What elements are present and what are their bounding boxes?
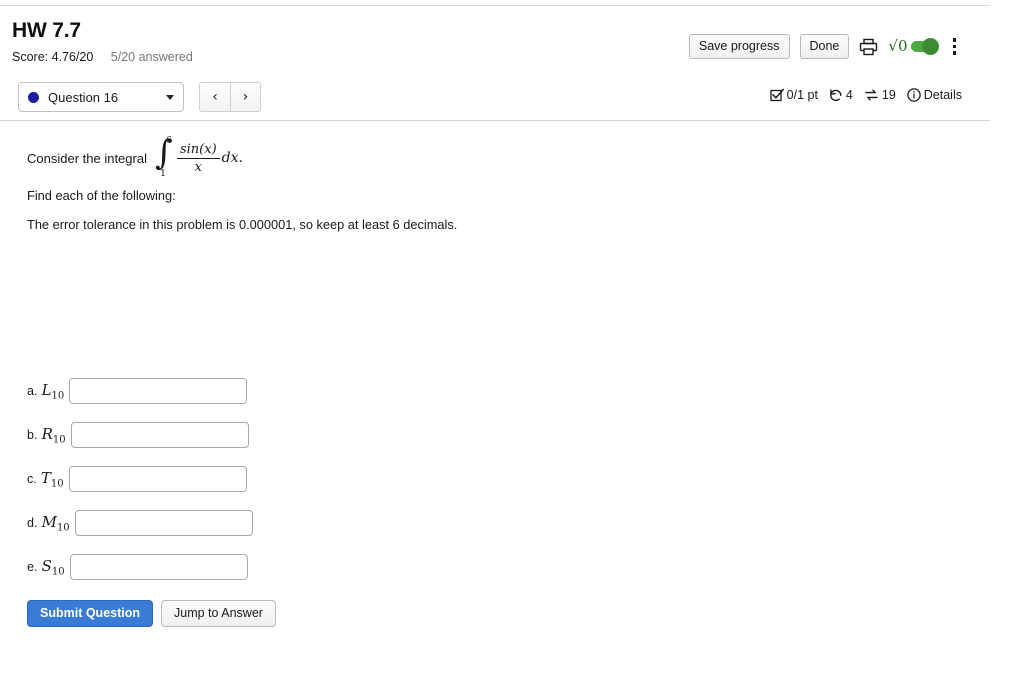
question-actions: Submit Question Jump to Answer [27, 600, 276, 627]
undo-history-icon [830, 89, 842, 102]
answer-symbol: T [40, 468, 51, 487]
details-label[interactable]: Details [924, 88, 962, 102]
page-title: HW 7.7 [12, 19, 81, 42]
points-value: 0/1 pt [786, 88, 818, 102]
answer-symbol: M [41, 512, 57, 531]
answer-row-c: c. T10 [27, 466, 247, 492]
info-circle-icon [907, 88, 921, 102]
tolerance-instruction: The error tolerance in this problem is 0… [27, 217, 458, 232]
answer-letter: d. [27, 515, 38, 530]
question-bar-divider [0, 120, 990, 121]
answer-symbol: R [41, 424, 53, 443]
top-divider [0, 5, 990, 6]
answer-label-e: e. S10 [27, 557, 65, 578]
answer-label-b: b. R10 [27, 425, 66, 446]
answer-subscript: 10 [51, 566, 65, 578]
done-button[interactable]: Done [799, 34, 850, 59]
attempts-group: 4 [829, 88, 853, 102]
previous-question-button[interactable]: ‹ [199, 82, 230, 112]
checkbox-check-icon [769, 88, 784, 102]
question-nav-group: ‹ › [199, 82, 261, 112]
kebab-menu-icon[interactable] [947, 36, 963, 57]
answer-input-d[interactable] [74, 510, 253, 536]
answer-row-d: d. M10 [27, 510, 253, 536]
fraction-denominator: x [194, 159, 202, 175]
jump-to-answer-button[interactable]: Jump to Answer [161, 600, 276, 627]
answer-row-e: e. S10 [27, 554, 248, 580]
fraction-numerator: sin(x) [179, 141, 217, 157]
assignment-header: HW 7.7 Score: 4.76/20 5/20 answered Save… [0, 18, 990, 78]
answer-label-a: a. L10 [27, 381, 64, 402]
answer-subscript: 10 [50, 478, 64, 490]
answer-input-c[interactable] [68, 466, 247, 492]
question-navigation-bar: Question 16 ‹ › 0/1 pt 4 19 Details [0, 82, 990, 116]
toggle-knob [921, 38, 939, 55]
answer-subscript: 10 [56, 522, 70, 534]
answer-subscript: 10 [52, 434, 66, 446]
kebab-dot [952, 44, 956, 49]
toggle-track[interactable] [910, 38, 939, 55]
answer-label-c: c. T10 [27, 469, 64, 490]
differential: dx. [221, 150, 243, 166]
integral-symbol-group: ∫ 6 1 [153, 133, 175, 179]
sqrt-zero-icon: √0 [888, 37, 908, 55]
points-group: 0/1 pt [769, 88, 818, 102]
answer-symbol: L [41, 380, 52, 399]
score-value: Score: 4.76/20 [12, 50, 94, 64]
answer-input-b[interactable] [70, 422, 249, 448]
next-question-button[interactable]: › [230, 82, 261, 112]
question-selector-dropdown[interactable]: Question 16 [18, 82, 184, 112]
kebab-dot [952, 51, 956, 55]
integral-expression: ∫ 6 1 sin(x) x dx. [153, 133, 243, 179]
answer-symbol: S [41, 556, 52, 575]
header-toolbar: Save progress Done √0 [688, 34, 963, 59]
score-summary: Score: 4.76/20 5/20 answered [12, 49, 193, 65]
question-prompt: Consider the integral ∫ 6 1 sin(x) x dx. [27, 133, 243, 179]
attempts-value: 4 [845, 88, 853, 102]
chevron-down-icon [166, 94, 174, 100]
answer-row-a: a. L10 [27, 378, 248, 404]
versions-value: 19 [881, 88, 896, 102]
answer-label-d: d. M10 [27, 513, 70, 534]
kebab-dot [952, 38, 956, 42]
submit-question-button[interactable]: Submit Question [27, 600, 153, 627]
print-icon[interactable] [859, 38, 878, 56]
answer-input-e[interactable] [69, 554, 248, 580]
answer-subscript: 10 [51, 390, 65, 402]
integral-lower-limit: 1 [159, 168, 167, 179]
assignment-page: HW 7.7 Score: 4.76/20 5/20 answered Save… [0, 0, 1024, 689]
answer-row-b: b. R10 [27, 422, 249, 448]
integral-upper-limit: 6 [165, 135, 173, 146]
question-status-dot-icon [28, 91, 39, 103]
question-status-cluster: 0/1 pt 4 19 Details [769, 88, 962, 102]
answered-count: 5/20 answered [110, 50, 193, 64]
prompt-text: Consider the integral [27, 150, 147, 166]
question-selector-label: Question 16 [48, 89, 119, 105]
save-progress-button[interactable]: Save progress [688, 34, 790, 59]
answer-letter: c. [27, 471, 37, 486]
answer-letter: a. [27, 383, 38, 398]
answer-letter: e. [27, 559, 38, 574]
find-instruction: Find each of the following: [27, 188, 176, 203]
integrand-fraction: sin(x) x [176, 141, 220, 175]
answer-input-a[interactable] [69, 378, 248, 404]
cycle-arrows-icon [865, 89, 878, 101]
versions-group: 19 [864, 88, 896, 102]
answer-letter: b. [27, 427, 38, 442]
details-group[interactable]: Details [907, 88, 962, 102]
math-input-toggle[interactable]: √0 [888, 37, 939, 55]
